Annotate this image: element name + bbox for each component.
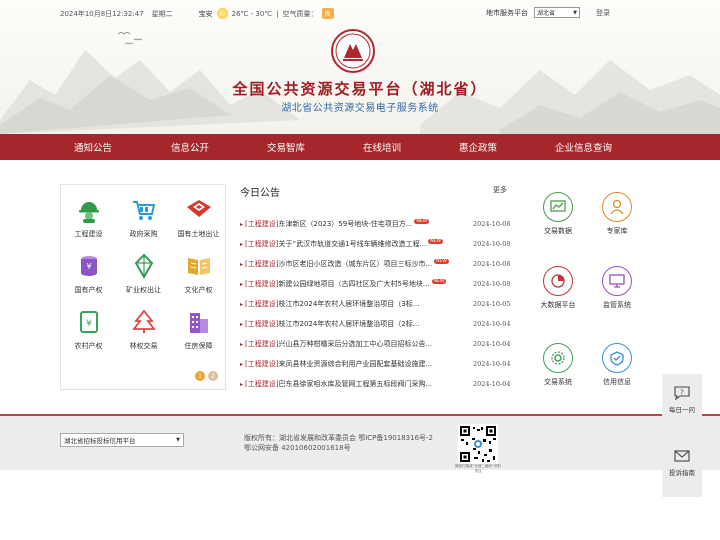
current-date: 2024年10月8日12:32:47 bbox=[60, 9, 144, 18]
announcement-row[interactable]: ▸ [工程建设] 枝江市2024年农村人居环境整治项目（3标... 2024-1… bbox=[240, 294, 510, 314]
svg-text:¥: ¥ bbox=[86, 262, 91, 271]
svg-text:¥: ¥ bbox=[86, 319, 92, 329]
credit-icon bbox=[602, 343, 632, 373]
current-weekday: 星期二 bbox=[151, 9, 173, 18]
region-label: 地市服务平台 bbox=[486, 8, 528, 17]
nav-online-training[interactable]: 在线培训 bbox=[363, 140, 401, 154]
page-subtitle: 湖北省公共资源交易电子服务系统 bbox=[281, 103, 439, 114]
announcement-row[interactable]: ▸ [工程建设] 东津新区（2023）59号地块-住宅项目方... NEW 20… bbox=[240, 214, 510, 234]
page-title: 全国公共资源交易平台（湖北省） bbox=[232, 80, 488, 98]
air-quality-badge: 良 bbox=[321, 8, 334, 19]
bullet-arrow-icon: ▸ bbox=[240, 280, 244, 288]
category-state-land[interactable]: 国有土地出让 bbox=[171, 197, 226, 239]
new-badge: NEW bbox=[428, 238, 443, 244]
gear-icon bbox=[543, 343, 573, 373]
air-quality-label: 空气质量： bbox=[282, 9, 318, 18]
category-engineering[interactable]: 工程建设 bbox=[61, 197, 116, 239]
category-mining-rights[interactable]: 矿业权出让 bbox=[116, 253, 171, 295]
forest-tree-icon bbox=[131, 309, 156, 333]
bullet-arrow-icon: ▸ bbox=[240, 240, 244, 248]
category-government-procurement[interactable]: 政府采购 bbox=[116, 197, 171, 239]
mail-icon bbox=[674, 450, 690, 462]
building-icon bbox=[189, 313, 208, 333]
footer-copyright: 版权所有：湖北省发展和改革委员会 鄂ICP备19018316号-2 鄂公网安备 … bbox=[244, 434, 434, 452]
category-state-property[interactable]: ¥ 国有产权 bbox=[61, 253, 116, 295]
main-nav: 通知公告 信息公开 交易智库 在线培训 惠企政策 企业信息查询 bbox=[0, 134, 720, 160]
bullet-arrow-icon: ▸ bbox=[240, 320, 244, 328]
floating-side-panel: ? 每日一问 投诉指南 bbox=[662, 374, 702, 497]
chevron-down-icon: ▼ bbox=[573, 9, 577, 16]
complaint-guide-button[interactable]: 投诉指南 bbox=[662, 449, 702, 477]
category-forest-rights[interactable]: 林权交易 bbox=[116, 309, 171, 351]
category-rural-property[interactable]: ¥ 农村产权 bbox=[61, 309, 116, 351]
wechat-qr-code bbox=[458, 424, 498, 464]
region-login-area: 地市服务平台 湖北省 ▼ 登录 bbox=[486, 7, 610, 18]
worker-helmet-icon bbox=[78, 202, 99, 223]
announcement-row[interactable]: ▸ [工程建设] 沙市区老旧小区改造（城东片区）项目三标沙市... NEW 20… bbox=[240, 254, 510, 274]
big-data-icon bbox=[543, 266, 573, 296]
category-grid: 工程建设 政府采购 国有土地出让 ¥ 国有产权 矿业权出让 文化产权 ¥ 农村产… bbox=[61, 197, 227, 351]
nav-trade-thinktank[interactable]: 交易智库 bbox=[267, 140, 305, 154]
system-expert-library[interactable]: 专家库 bbox=[592, 192, 642, 236]
bullet-arrow-icon: ▸ bbox=[240, 340, 244, 348]
announcement-row[interactable]: ▸ [工程建设] 兴山县万种柑橘采后分选加工中心项目招标公告... 2024-1… bbox=[240, 334, 510, 354]
new-badge: NEW bbox=[434, 258, 449, 264]
nav-info-disclosure[interactable]: 信息公开 bbox=[171, 140, 209, 154]
open-book-icon bbox=[187, 258, 210, 275]
announcement-row[interactable]: ▸ [工程建设] 巴东县徐家咀水库及管网工程第五标段阀门采购... 2024-1… bbox=[240, 374, 510, 394]
daily-question-button[interactable]: ? 每日一问 bbox=[662, 386, 702, 414]
pager-dot-1[interactable]: 1 bbox=[195, 371, 205, 381]
announcement-row[interactable]: ▸ [工程建设] 关于“武汉市轨道交通1号线车辆维修改造工程... NEW 20… bbox=[240, 234, 510, 254]
footer: 湖北省招标投标信用平台 ▼ 版权所有：湖北省发展和改革委员会 鄂ICP备1901… bbox=[0, 414, 720, 473]
chart-icon bbox=[543, 192, 573, 222]
qr-caption: 微信扫描或“长按二维码”识别关注 bbox=[455, 464, 501, 473]
system-trade-data[interactable]: 交易数据 bbox=[533, 192, 583, 236]
rural-document-icon: ¥ bbox=[79, 311, 98, 333]
category-cultural-property[interactable]: 文化产权 bbox=[171, 253, 226, 295]
announcements-more-link[interactable]: 更多 bbox=[493, 185, 507, 195]
category-pager: 1 2 bbox=[195, 371, 218, 381]
region-select[interactable]: 湖北省 ▼ bbox=[534, 7, 580, 18]
announcement-list: ▸ [工程建设] 东津新区（2023）59号地块-住宅项目方... NEW 20… bbox=[240, 214, 510, 394]
announcements-title: 今日公告 bbox=[240, 188, 280, 199]
nav-notices[interactable]: 通知公告 bbox=[74, 140, 112, 154]
logo-emblem-icon bbox=[331, 29, 375, 73]
announcement-row[interactable]: ▸ [工程建设] 枝江市2024年农村人居环境整治项目（2标... 2024-1… bbox=[240, 314, 510, 334]
svg-text:?: ? bbox=[680, 389, 684, 397]
nav-enterprise-policy[interactable]: 惠企政策 bbox=[459, 140, 497, 154]
system-supervision[interactable]: 监管系统 bbox=[592, 266, 642, 310]
mineral-crystal-icon bbox=[134, 253, 153, 279]
login-link[interactable]: 登录 bbox=[596, 8, 610, 18]
system-trading[interactable]: 交易系统 bbox=[533, 343, 583, 387]
nav-enterprise-query[interactable]: 企业信息查询 bbox=[555, 140, 612, 154]
sun-icon bbox=[216, 8, 228, 19]
datetime-weather: 2024年10月8日12:32:47 星期二 宝安 26℃ - 30℃ | 空气… bbox=[60, 8, 334, 19]
weather-city: 宝安 bbox=[198, 9, 213, 18]
category-panel: 工程建设 政府采购 国有土地出让 ¥ 国有产权 矿业权出让 文化产权 ¥ 农村产… bbox=[60, 184, 226, 390]
bullet-arrow-icon: ▸ bbox=[240, 300, 244, 308]
new-badge: NEW bbox=[431, 278, 447, 284]
monitor-icon bbox=[602, 266, 632, 296]
announcement-row[interactable]: ▸ [工程建设] 来凤县林业资源综合利用产业园配套基础设施建... 2024-1… bbox=[240, 354, 510, 374]
top-info-bar: 2024年10月8日12:32:47 星期二 宝安 26℃ - 30℃ | 空气… bbox=[0, 0, 720, 26]
shopping-cart-icon bbox=[132, 201, 155, 220]
footer-site-select[interactable]: 湖北省招标投标信用平台 ▼ bbox=[60, 433, 184, 447]
bullet-arrow-icon: ▸ bbox=[240, 380, 244, 388]
pager-dot-2[interactable]: 2 bbox=[208, 371, 218, 381]
weather-temperature: 26℃ - 30℃ bbox=[231, 9, 273, 18]
new-badge: NEW bbox=[414, 218, 430, 224]
question-chat-icon: ? bbox=[674, 386, 690, 400]
bullet-arrow-icon: ▸ bbox=[240, 360, 244, 368]
system-big-data[interactable]: 大数据平台 bbox=[533, 266, 583, 310]
bullet-arrow-icon: ▸ bbox=[240, 220, 244, 228]
announcement-row[interactable]: ▸ [工程建设] 新建公园绿地项目（古四社区及广大村5号地块... NEW 20… bbox=[240, 274, 510, 294]
expert-icon bbox=[602, 192, 632, 222]
system-credit-info[interactable]: 信用信息 bbox=[592, 343, 642, 387]
land-parcel-icon bbox=[186, 200, 211, 217]
coin-stack-icon: ¥ bbox=[80, 256, 97, 276]
weather-widget: 宝安 26℃ - 30℃ | 空气质量： 良 bbox=[199, 8, 334, 19]
chevron-down-icon: ▼ bbox=[176, 437, 180, 443]
bullet-arrow-icon: ▸ bbox=[240, 260, 244, 268]
category-housing-security[interactable]: 住房保障 bbox=[171, 309, 226, 351]
